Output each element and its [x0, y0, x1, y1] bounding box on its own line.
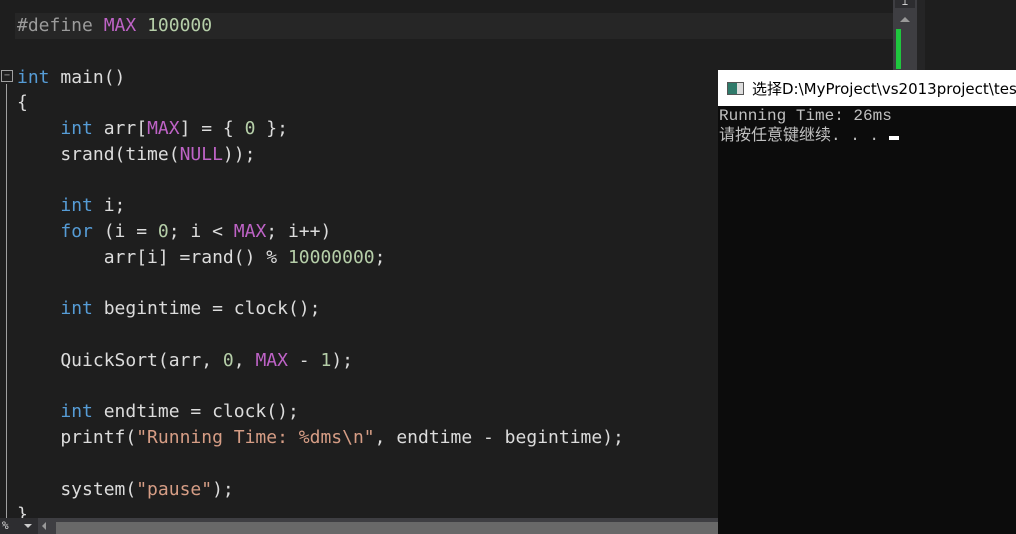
code-token: } — [17, 504, 28, 518]
code-line: for (i = 0; i < MAX; i++) — [17, 219, 331, 245]
code-token: "pause" — [136, 478, 213, 500]
code-line: QuickSort(arr, 0, MAX - 1); — [17, 348, 353, 374]
code-token: )); — [222, 143, 256, 165]
code-token: MAX — [103, 15, 148, 36]
code-line: { — [17, 90, 28, 116]
code-token: int — [17, 66, 50, 88]
code-token: printf( — [17, 427, 137, 448]
scroll-left-icon[interactable] — [42, 522, 46, 530]
code-line: srand(time(NULL)); — [17, 142, 255, 168]
console-title: 选择D:\MyProject\vs2013project\test — [752, 79, 1016, 98]
code-token: NULL — [179, 143, 223, 165]
code-token: arr[ — [92, 118, 148, 139]
chevron-down-icon — [24, 524, 32, 528]
code-token: ); — [331, 349, 353, 371]
code-token: { — [17, 92, 28, 114]
code-token: int — [60, 401, 93, 423]
code-token: "Running Time: %dms\n" — [136, 427, 375, 448]
code-token: , — [233, 349, 256, 371]
code-token: main() — [49, 66, 126, 88]
horizontal-scrollbar[interactable]: % — [0, 518, 718, 534]
code-token: MAX — [255, 349, 288, 371]
code-line: arr[i] =rand() % 10000000; — [17, 245, 386, 271]
code-token: QuickSort(arr, — [17, 349, 223, 371]
zoom-dropdown[interactable]: % — [0, 518, 38, 534]
code-token: 0 — [222, 349, 234, 371]
code-line: } — [17, 502, 28, 518]
code-line: int i; — [17, 193, 125, 219]
code-token: MAX — [233, 221, 267, 242]
text-cursor — [888, 136, 899, 140]
code-line: #define MAX 100000 — [17, 13, 212, 39]
code-line: int endtime = clock(); — [17, 399, 299, 425]
code-token: ); — [212, 478, 234, 500]
console-window[interactable]: 选择D:\MyProject\vs2013project\test Runnin… — [718, 70, 1016, 534]
code-line: int begintime = clock(); — [17, 296, 320, 322]
code-token: #define — [17, 15, 104, 36]
code-token: begintime = clock(); — [92, 298, 321, 320]
code-token: (i = — [92, 221, 158, 242]
code-line: printf("Running Time: %dms\n", endtime -… — [17, 425, 624, 451]
code-token: - — [287, 349, 321, 371]
code-token: ; — [374, 246, 386, 268]
code-token: endtime = clock(); — [92, 401, 299, 423]
code-token: 0 — [244, 118, 256, 139]
code-token: int — [60, 118, 93, 139]
code-token: system( — [17, 478, 137, 500]
code-token: i; — [92, 195, 126, 217]
code-token: 10000000 — [287, 246, 375, 268]
code-token: }; — [255, 118, 288, 139]
change-marker — [896, 29, 901, 69]
scroll-thumb[interactable] — [56, 522, 718, 534]
console-output-line: Running Time: 26ms — [719, 107, 892, 125]
code-token: int — [60, 195, 93, 217]
code-token: int — [60, 298, 93, 320]
code-token: 0 — [157, 221, 169, 242]
console-app-icon — [727, 81, 744, 95]
code-token: ; i++) — [266, 221, 332, 242]
code-token: ; i < — [168, 221, 234, 242]
code-line: system("pause"); — [17, 477, 234, 503]
side-panel — [917, 0, 1016, 70]
code-token: arr[i] =rand() % — [17, 246, 288, 268]
console-title-bar[interactable]: 选择D:\MyProject\vs2013project\test — [718, 70, 1016, 106]
code-line: int arr[MAX] = { 0 }; — [17, 116, 288, 142]
collapse-icon[interactable]: − — [1, 70, 13, 82]
code-line: int main() — [17, 65, 125, 91]
scroll-up-icon[interactable] — [900, 17, 910, 22]
code-token: MAX — [147, 118, 180, 139]
code-token: 1 — [320, 349, 332, 371]
code-token: ] = { — [179, 118, 245, 139]
fold-guide — [6, 84, 7, 518]
split-icon[interactable]: ⊥ — [895, 0, 915, 8]
code-token: 100000 — [147, 15, 213, 36]
console-output-line: 请按任意键继续. . . — [718, 126, 1016, 146]
code-token: srand(time( — [17, 143, 180, 165]
code-token: for — [60, 221, 93, 242]
code-token: , endtime - begintime); — [374, 427, 624, 448]
